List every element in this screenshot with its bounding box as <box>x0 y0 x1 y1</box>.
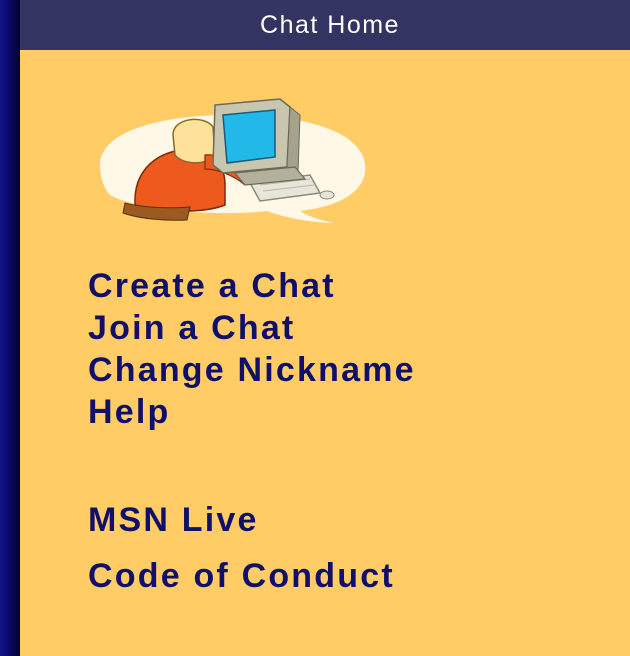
msn-live-link[interactable]: MSN Live <box>88 499 416 541</box>
help-link[interactable]: Help <box>88 391 416 433</box>
join-chat-link[interactable]: Join a Chat <box>88 307 416 349</box>
create-chat-link[interactable]: Create a Chat <box>88 265 416 307</box>
chat-home-panel: Chat Home Create a Chat Join a Chat Chan… <box>20 0 630 656</box>
panel-title: Chat Home <box>260 10 400 39</box>
code-of-conduct-link[interactable]: Code of Conduct <box>88 555 416 597</box>
person-at-computer-icon <box>100 98 366 223</box>
title-bar: Chat Home <box>20 0 630 50</box>
change-nickname-link[interactable]: Change Nickname <box>88 349 416 391</box>
chat-menu: Create a Chat Join a Chat Change Nicknam… <box>88 265 416 597</box>
monitor-screen-shape <box>222 109 276 164</box>
